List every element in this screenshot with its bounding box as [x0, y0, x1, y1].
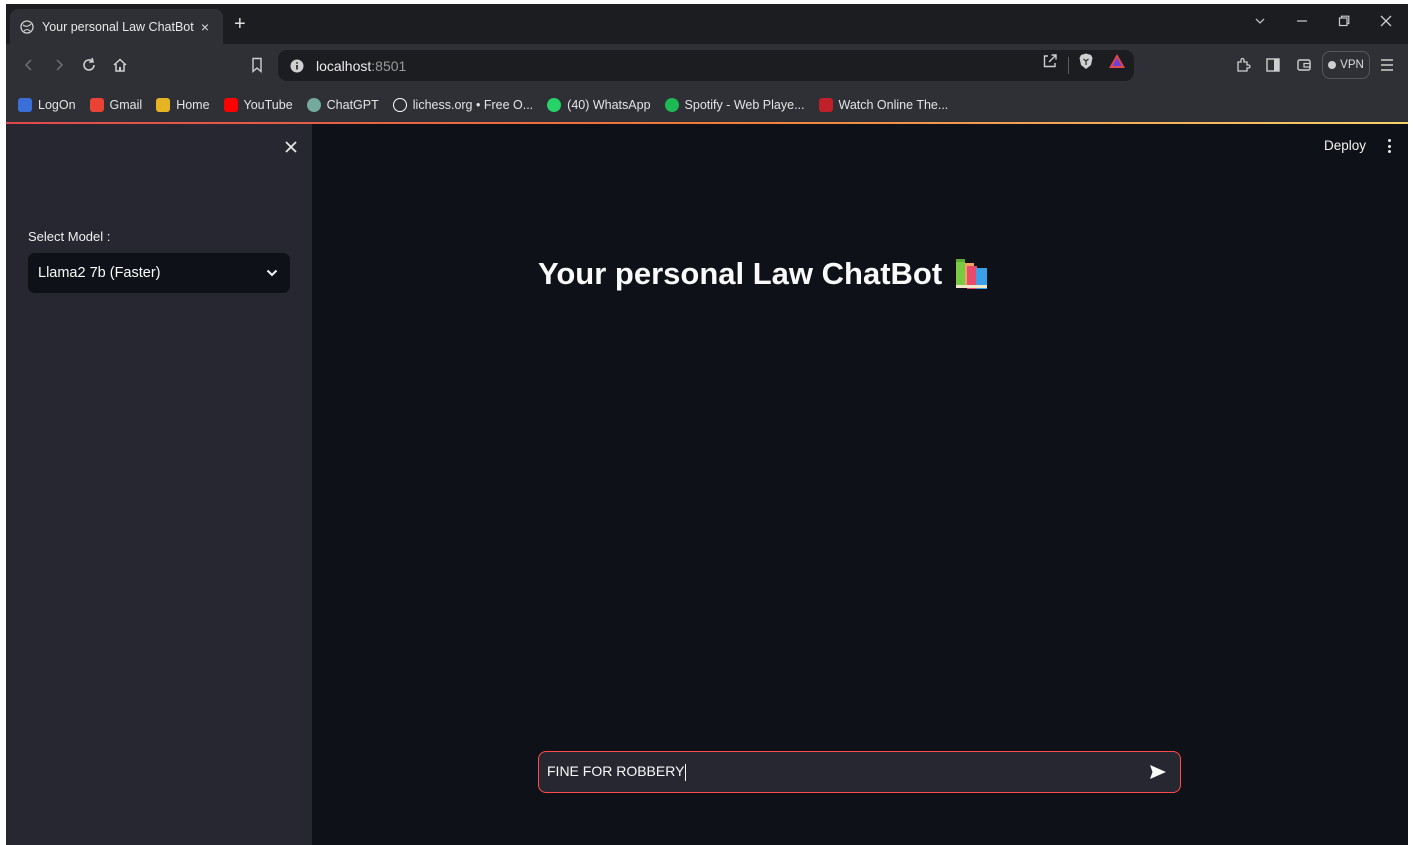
close-window-icon[interactable] [1376, 14, 1396, 31]
address-bar[interactable]: localhost:8501 [278, 50, 1134, 81]
bookmark-item[interactable]: ChatGPT [306, 97, 379, 112]
brave-shields-icon[interactable] [1078, 53, 1094, 75]
watch-icon [818, 97, 833, 112]
logon-icon [18, 97, 32, 112]
home-icon [156, 97, 171, 112]
bookmark-label: Home [176, 97, 210, 112]
bookmark-item[interactable]: (40) WhatsApp [547, 97, 651, 112]
bookmark-item[interactable]: YouTube [223, 97, 293, 112]
select-model-label: Select Model : [28, 229, 111, 244]
extensions-icon[interactable] [1232, 54, 1254, 76]
brave-rewards-icon[interactable] [1108, 53, 1126, 74]
vpn-status-icon [1328, 61, 1337, 69]
gmail-icon [89, 97, 104, 112]
wallet-icon[interactable] [1293, 54, 1315, 76]
back-icon[interactable] [18, 54, 40, 76]
sidebar: Select Model : Llama2 7b (Faster) [6, 124, 312, 845]
site-info-icon[interactable] [290, 59, 304, 73]
bookmark-label: YouTube [243, 97, 293, 112]
chat-input-value: FINE FOR ROBBERY [547, 763, 685, 780]
send-button[interactable] [1146, 760, 1170, 784]
whatsapp-icon [547, 97, 562, 112]
text-caret [685, 763, 687, 781]
bookmark-item[interactable]: Home [156, 97, 210, 112]
chatgpt-icon [306, 97, 321, 112]
bookmark-icon[interactable] [246, 54, 268, 76]
home-button-icon[interactable] [109, 54, 131, 76]
tab-title: Your personal Law ChatBot [42, 19, 194, 34]
reload-icon[interactable] [78, 54, 100, 76]
restore-icon[interactable] [1334, 14, 1354, 31]
page-title-text: Your personal Law ChatBot [538, 256, 943, 291]
chevron-down-icon [266, 269, 278, 277]
new-tab-button[interactable]: + [234, 14, 246, 34]
browser-window: Your personal Law ChatBot × + localhost … [6, 4, 1408, 845]
tab-close-button[interactable]: × [197, 19, 213, 35]
bookmark-label: LogOn [38, 97, 76, 112]
url-host: localhost [316, 57, 372, 74]
bookmark-item[interactable]: Watch Online The... [818, 97, 949, 112]
tab-search-icon[interactable] [1250, 14, 1270, 31]
lichess-icon [392, 97, 407, 112]
url-port: :8501 [371, 57, 407, 74]
browser-toolbar: localhost:8501 VPN [6, 44, 1408, 87]
bookmark-item[interactable]: Spotify - Web Playe... [664, 97, 805, 112]
bookmark-label: ChatGPT [326, 97, 379, 112]
chat-input[interactable]: FINE FOR ROBBERY [538, 751, 1181, 793]
books-icon [956, 259, 988, 289]
bookmark-item[interactable]: lichess.org • Free O... [392, 97, 534, 112]
menu-icon[interactable] [1376, 54, 1398, 76]
tab-active[interactable]: Your personal Law ChatBot × [10, 9, 223, 44]
vpn-label: VPN [1340, 59, 1364, 71]
bookmark-item[interactable]: Gmail [89, 97, 143, 112]
bookmark-label: (40) WhatsApp [567, 97, 651, 112]
sidebar-toggle-icon[interactable] [1262, 54, 1284, 76]
main-content: Deploy Your personal Law ChatBot FINE FO… [312, 124, 1408, 845]
globe-icon [20, 19, 34, 34]
minimize-icon[interactable] [1292, 14, 1312, 31]
model-select-value: Llama2 7b (Faster) [38, 265, 161, 281]
main-menu-icon[interactable] [1382, 137, 1396, 155]
chat-input-field[interactable]: FINE FOR ROBBERY [547, 763, 1146, 781]
forward-icon[interactable] [48, 54, 70, 76]
bookmark-label: Spotify - Web Playe... [684, 97, 805, 112]
vpn-button[interactable]: VPN [1322, 51, 1370, 79]
share-icon[interactable] [1042, 53, 1058, 74]
spotify-icon [664, 97, 679, 112]
close-icon [285, 141, 297, 153]
bookmarks-bar: LogOn Gmail Home YouTube ChatGPT lichess.org … [6, 87, 1408, 122]
youtube-icon [223, 97, 238, 112]
sidebar-close-button[interactable] [281, 138, 301, 158]
tab-strip: Your personal Law ChatBot × + [6, 4, 1408, 44]
bookmark-label: lichess.org • Free O... [412, 97, 534, 112]
urlbar-divider [1068, 57, 1069, 74]
bookmark-label: Gmail [109, 97, 143, 112]
deploy-button[interactable]: Deploy [1324, 138, 1366, 153]
page-title: Your personal Law ChatBot [538, 256, 990, 292]
send-icon [1150, 765, 1166, 779]
model-select[interactable]: Llama2 7b (Faster) [28, 253, 290, 293]
bookmark-label: Watch Online The... [838, 97, 949, 112]
bookmark-item[interactable]: LogOn [18, 97, 76, 112]
